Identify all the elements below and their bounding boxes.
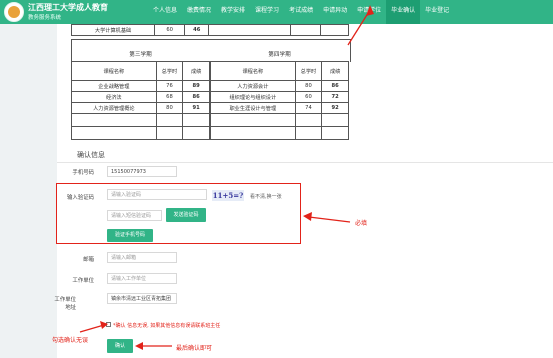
- arrow-head: [135, 342, 143, 350]
- arrow-to-box: [308, 216, 351, 223]
- arrow-to-checkbox: [79, 324, 105, 333]
- annotation-arrows: [79, 5, 374, 350]
- arrow-head: [303, 212, 312, 221]
- arrow-head: [366, 5, 374, 16]
- arrow-head: [100, 321, 108, 329]
